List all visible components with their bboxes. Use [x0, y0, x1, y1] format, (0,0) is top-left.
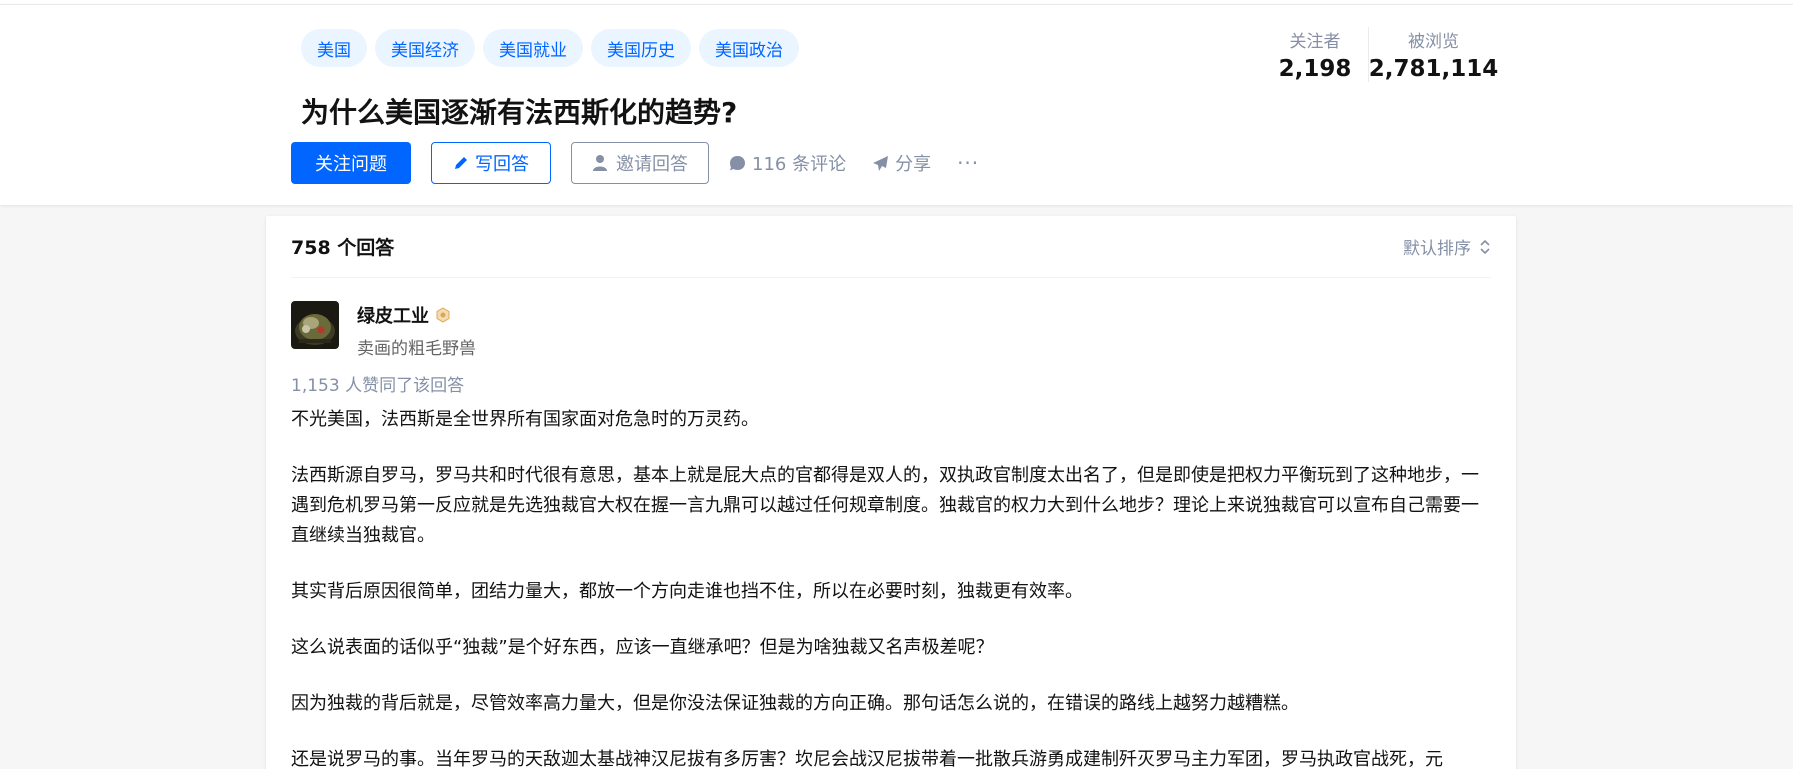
views-stat: 被浏览 2,781,114: [1368, 27, 1498, 82]
share-button[interactable]: 分享: [872, 150, 931, 176]
write-answer-label: 写回答: [475, 154, 529, 175]
vote-summary: 1,153 人赞同了该回答: [291, 376, 465, 396]
answer-paragraph: 还是说罗马的事。当年罗马的天敌迦太基战神汉尼拔有多厉害？坎尼会战汉尼拔带着一批散…: [291, 749, 1443, 769]
author-headline: 卖画的粗毛野兽: [357, 339, 476, 359]
author-info: 绿皮工业 卖画的粗毛野兽: [357, 301, 476, 359]
views-count: 2,781,114: [1368, 56, 1499, 82]
sort-dropdown[interactable]: 默认排序: [1403, 234, 1491, 259]
comment-bubble-icon: [730, 155, 745, 170]
answer-author: 绿皮工业 卖画的粗毛野兽: [291, 301, 476, 359]
invite-person-icon: [593, 155, 609, 171]
topic-tag[interactable]: 美国就业: [483, 29, 583, 67]
answer-count: 758 个回答: [291, 237, 395, 259]
question-stats: 关注者 2,198 被浏览 2,781,114: [1262, 27, 1498, 82]
avatar[interactable]: [291, 301, 339, 349]
follow-question-button[interactable]: 关注问题: [291, 142, 411, 184]
comments-button[interactable]: 116 条评论: [729, 150, 846, 176]
share-label: 分享: [895, 154, 932, 175]
sort-chevrons-icon: [1480, 239, 1490, 254]
topic-tag[interactable]: 美国历史: [591, 29, 691, 67]
author-name[interactable]: 绿皮工业: [357, 302, 429, 328]
answer-content: 不光美国，法西斯是全世界所有国家面对危急时的万灵药。 法西斯源自罗马，罗马共和时…: [291, 405, 1491, 769]
followers-count: 2,198: [1278, 56, 1352, 82]
question-actions: 关注问题 写回答 邀请回答 116 条评论 分享 ···: [291, 142, 979, 184]
answer-paragraph: 不光美国，法西斯是全世界所有国家面对危急时的万灵药。: [291, 409, 759, 430]
invite-answer-label: 邀请回答: [616, 154, 688, 175]
pencil-icon: [455, 157, 467, 169]
topic-list: 美国 美国经济 美国就业 美国历史 美国政治: [301, 29, 799, 67]
answers-header: 758 个回答 默认排序: [291, 216, 1491, 278]
answer-paragraph: 这么说表面的话似乎“独裁”是个好东西，应该一直继承吧？但是为啥独裁又名声极差呢？: [291, 637, 994, 658]
answers-card: 758 个回答 默认排序 绿皮工业 卖画的粗毛野兽 1,153 人赞同了该回答 …: [266, 216, 1516, 769]
question-title: 为什么美国逐渐有法西斯化的趋势?: [301, 96, 738, 129]
comments-count: 116 条评论: [752, 154, 847, 175]
followers-label: 关注者: [1289, 32, 1341, 52]
share-paper-plane-icon: [873, 155, 889, 171]
answer-paragraph: 其实背后原因很简单，团结力量大，都放一个方向走谁也挡不住，所以在必要时刻，独裁更…: [291, 581, 1083, 602]
views-label: 被浏览: [1408, 32, 1459, 52]
topic-tag[interactable]: 美国经济: [375, 29, 475, 67]
answer-paragraph: 法西斯源自罗马，罗马共和时代很有意思，基本上就是屁大点的官都得是双人的，双执政官…: [291, 465, 1479, 546]
followers-stat[interactable]: 关注者 2,198: [1262, 27, 1368, 82]
answer-paragraph: 因为独裁的背后就是，尽管效率高力量大，但是你没法保证独裁的方向正确。那句话怎么说…: [291, 693, 1299, 714]
invite-answer-button[interactable]: 邀请回答: [571, 142, 709, 184]
write-answer-button[interactable]: 写回答: [431, 142, 551, 184]
topic-tag[interactable]: 美国: [301, 29, 367, 67]
sort-label: 默认排序: [1403, 239, 1471, 259]
author-name-row: 绿皮工业: [357, 302, 476, 328]
topic-tag[interactable]: 美国政治: [699, 29, 799, 67]
question-header: 美国 美国经济 美国就业 美国历史 美国政治 为什么美国逐渐有法西斯化的趋势? …: [0, 5, 1793, 205]
more-options-button[interactable]: ···: [957, 151, 979, 175]
avatar-image: [291, 301, 339, 349]
verified-badge-icon: [436, 307, 450, 323]
